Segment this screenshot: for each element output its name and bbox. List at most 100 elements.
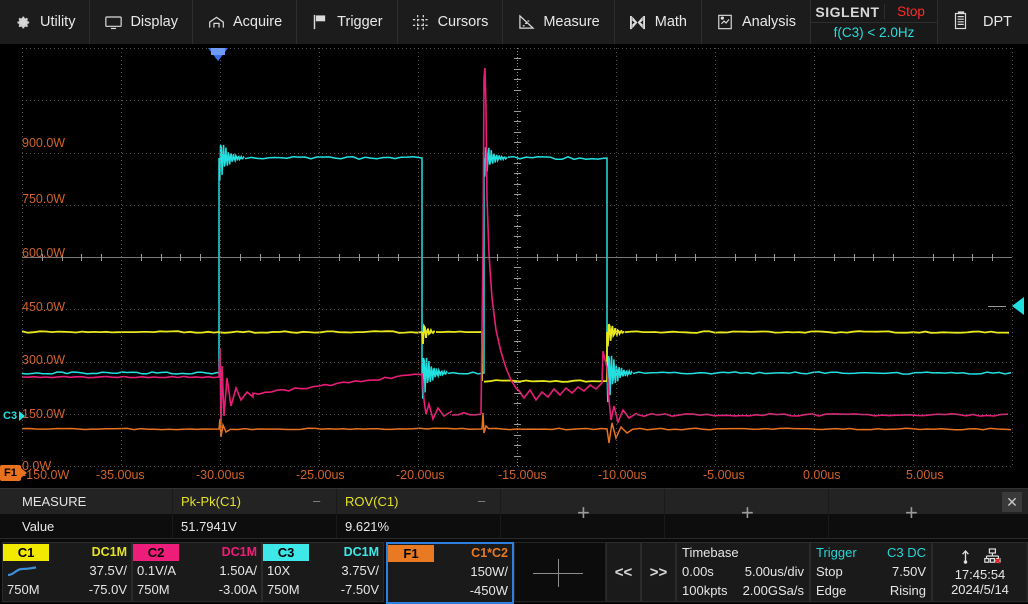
axis-tick <box>893 254 894 261</box>
add-measurement-button[interactable]: + <box>741 502 754 524</box>
channel-scale[interactable]: 150W/ <box>470 564 508 579</box>
axis-tick <box>240 254 241 261</box>
channel-scale[interactable]: 37.5V/ <box>89 563 127 578</box>
crosshair-icon <box>533 559 583 587</box>
menu-item-trigger[interactable]: Trigger <box>297 0 397 44</box>
acquire-icon <box>207 13 225 31</box>
trigger-level[interactable]: 7.50V <box>892 564 926 579</box>
timebase-box[interactable]: Timebase 0.00s 5.00us/div 100kpts 2.00GS… <box>676 542 810 602</box>
measure-item-name[interactable]: Pk-Pk(C1) <box>181 494 241 509</box>
axis-tick <box>260 254 261 261</box>
channel-tag[interactable]: C1 <box>3 544 49 561</box>
axis-tick <box>398 254 399 261</box>
math-expression[interactable]: C1*C2 <box>471 546 512 560</box>
timebase-scale[interactable]: 5.00us/div <box>745 564 804 579</box>
usb-icon[interactable] <box>959 548 972 567</box>
trigger-state[interactable]: Stop <box>816 564 843 579</box>
channel-probe[interactable]: 10X <box>267 563 290 578</box>
menu-item-label: Math <box>655 14 687 30</box>
next-button[interactable]: >> <box>641 542 676 602</box>
channel-tag[interactable]: C3 <box>263 544 309 561</box>
channel-tag[interactable]: C2 <box>133 544 179 561</box>
measure-item-name[interactable]: ROV(C1) <box>345 494 398 509</box>
channel-bandwidth[interactable]: 750M <box>7 582 40 597</box>
waveform-graph[interactable]: C3 F1 900.0W 750.0W 600.0W 450.0W 300.0W… <box>0 44 1028 488</box>
menu-item-display[interactable]: Display <box>90 0 193 44</box>
timebase-sample-rate[interactable]: 2.00GSa/s <box>743 583 804 598</box>
channel-coupling[interactable]: DC1M <box>344 545 383 559</box>
menu-item-cursors[interactable]: Cursors <box>398 0 504 44</box>
channel-box-c1[interactable]: C1 DC1M 37.5V/ 750M -75.0V <box>2 542 132 602</box>
channel-bandwidth[interactable]: 750M <box>137 582 170 597</box>
channel-offset[interactable]: -3.00A <box>219 582 257 597</box>
axis-tick <box>514 215 521 216</box>
menu-item-math[interactable]: Math <box>615 0 702 44</box>
trigger-box[interactable]: Trigger C3 DC Stop 7.50V Edge Rising <box>810 542 932 602</box>
y-axis-label: 450.0W <box>22 301 65 313</box>
axis-tick <box>514 299 521 300</box>
y-axis-label: 750.0W <box>22 193 65 205</box>
axis-tick <box>695 254 696 261</box>
trigger-level-marker[interactable] <box>1012 297 1024 315</box>
add-measurement-button[interactable]: + <box>905 502 918 524</box>
axis-tick <box>514 142 521 143</box>
axis-tick <box>514 69 521 70</box>
channel-bandwidth[interactable]: 750M <box>267 582 300 597</box>
channel-box-c2[interactable]: C2 DC1M 0.1V/A 1.50A/ 750M -3.00A <box>132 542 262 602</box>
axis-tick <box>514 372 521 373</box>
channel-offset[interactable]: -450W <box>470 583 508 598</box>
axis-tick <box>359 254 360 261</box>
channel-offset[interactable]: -7.50V <box>341 582 379 597</box>
timebase-memory[interactable]: 100kpts <box>682 583 728 598</box>
dpt-button[interactable]: DPT <box>938 0 1028 44</box>
menu-item-analysis[interactable]: Analysis <box>702 0 811 44</box>
close-icon[interactable]: ✕ <box>1002 492 1022 512</box>
channel-scale[interactable]: 3.75V/ <box>341 563 379 578</box>
bottom-status-bar: C1 DC1M 37.5V/ 750M -75.0V C2 DC1M <box>0 538 1028 603</box>
trigger-slope[interactable]: Rising <box>890 583 926 598</box>
trigger-position-marker[interactable] <box>208 48 228 61</box>
grid-line-horizontal <box>22 309 1012 310</box>
axis-tick <box>557 254 558 261</box>
waveform-preview[interactable] <box>514 542 606 602</box>
menu-item-label: Acquire <box>233 14 282 30</box>
axis-tick <box>514 456 521 457</box>
run-state-badge[interactable]: Stop <box>884 4 937 19</box>
axis-tick <box>537 254 538 261</box>
channel-scale[interactable]: 1.50A/ <box>219 563 257 578</box>
channel-coupling[interactable]: DC1M <box>222 545 261 559</box>
axis-tick <box>656 254 657 261</box>
axis-tick <box>992 254 993 261</box>
axis-tick <box>339 254 340 261</box>
status-datetime-box[interactable]: 17:45:54 2024/5/14 <box>932 542 1028 602</box>
axis-tick <box>514 173 521 174</box>
channel-tag[interactable]: F1 <box>388 545 434 562</box>
x-axis-label: -25.00us <box>296 468 345 482</box>
trigger-source[interactable]: C3 DC <box>887 545 926 560</box>
plot-area[interactable] <box>22 48 1012 466</box>
add-measurement-button[interactable]: + <box>577 502 590 524</box>
y-axis-label: 300.0W <box>22 354 65 366</box>
prev-button[interactable]: << <box>606 542 641 602</box>
axis-tick <box>299 254 300 261</box>
channel-probe[interactable]: 0.1V/A <box>137 563 176 578</box>
timebase-delay[interactable]: 0.00s <box>682 564 714 579</box>
brand-logo: SIGLENT <box>811 4 884 20</box>
channel-offset[interactable]: -75.0V <box>89 582 127 597</box>
axis-tick <box>514 247 521 248</box>
measure-panel[interactable]: MEASURE Value Pk-Pk(C1) – 51.7941V ROV(C… <box>0 488 1028 539</box>
menu-item-utility[interactable]: Utility <box>0 0 90 44</box>
axis-tick <box>514 393 521 394</box>
axis-tick <box>514 341 521 342</box>
measure-item-remove-dash[interactable]: – <box>313 493 320 508</box>
channel-box-c3[interactable]: C3 DC1M 10X 3.75V/ 750M -7.50V <box>262 542 384 602</box>
channel-box-f1[interactable]: F1 C1*C2 150W/ -450W <box>386 542 514 604</box>
y-axis-label: 150.0W <box>22 408 65 420</box>
trigger-type[interactable]: Edge <box>816 583 846 598</box>
measure-item-remove-dash[interactable]: – <box>478 493 485 508</box>
menu-item-measure[interactable]: Measure <box>503 0 614 44</box>
menu-item-acquire[interactable]: Acquire <box>193 0 297 44</box>
trigger-status-box[interactable]: SIGLENT Stop f(C3) < 2.0Hz <box>811 0 938 44</box>
lan-disconnected-icon[interactable] <box>984 548 1001 567</box>
channel-coupling[interactable]: DC1M <box>92 545 131 559</box>
